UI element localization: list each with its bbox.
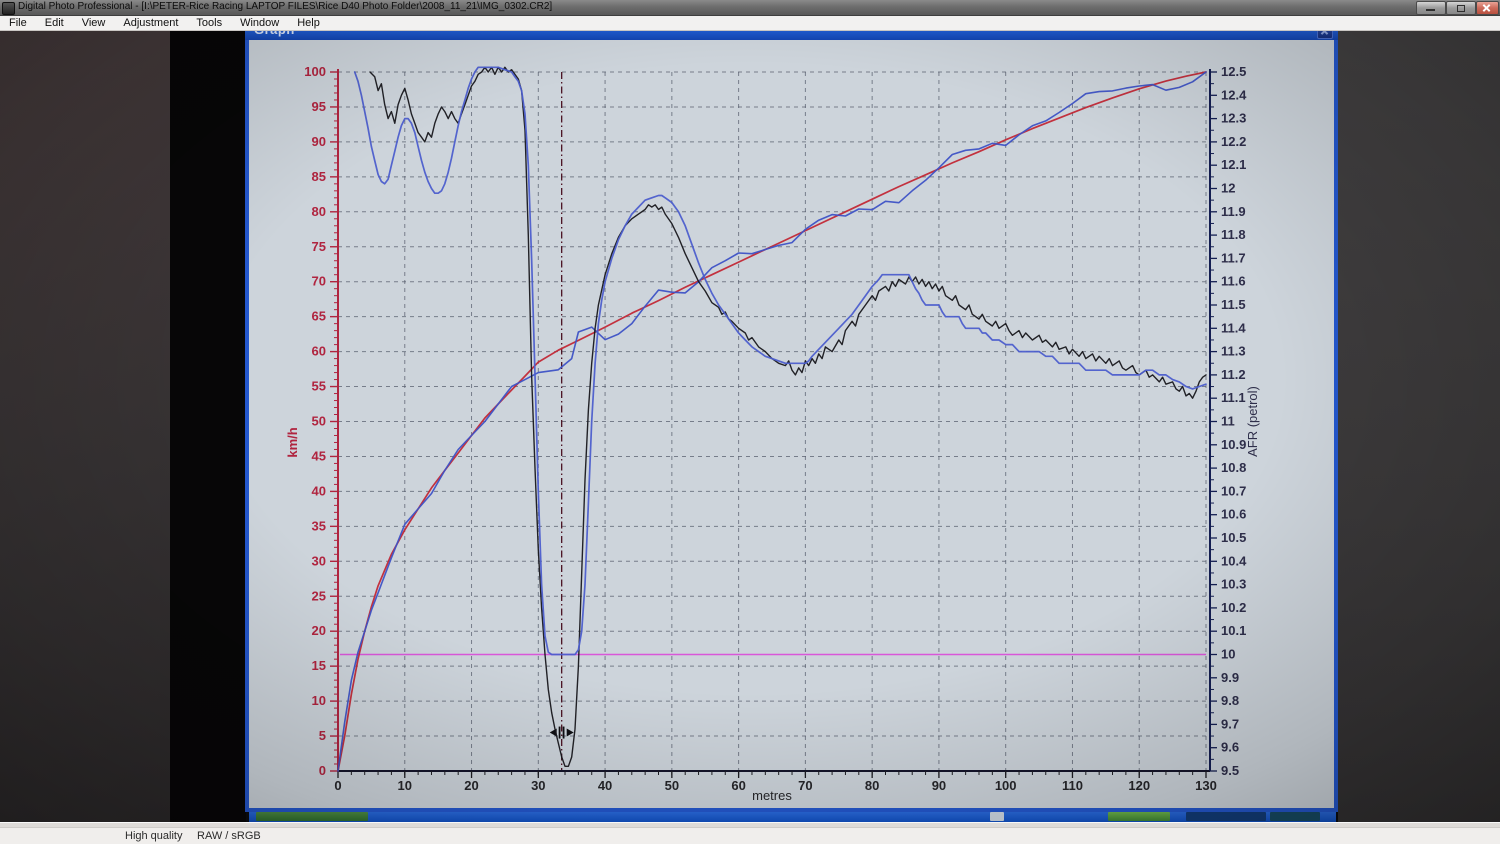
app-icon	[2, 2, 15, 15]
monitor-bezel	[170, 30, 246, 822]
menu-item-help[interactable]: Help	[288, 16, 329, 30]
status-colorspace: RAW / sRGB	[197, 830, 261, 842]
graph-window: Graph	[245, 40, 1338, 812]
taskbar-fragment-green2	[1108, 812, 1170, 821]
photo-background-right	[1338, 30, 1500, 822]
minimize-button[interactable]	[1416, 1, 1446, 15]
app-window: Digital Photo Professional - [I:\PETER-R…	[0, 0, 1500, 844]
photo-canvas: Graph 0510152025303540455055606570758085…	[0, 30, 1500, 822]
photo-background-left	[0, 30, 170, 822]
menu-item-tools[interactable]: Tools	[187, 16, 231, 30]
taskbar-fragment-teal	[1270, 812, 1320, 821]
graph-window-title: Graph	[254, 30, 295, 37]
menu-item-view[interactable]: View	[73, 16, 115, 30]
menu-item-edit[interactable]: Edit	[36, 16, 73, 30]
taskbar-fragment-light	[990, 812, 1004, 821]
menu-item-adjustment[interactable]: Adjustment	[114, 16, 187, 30]
title-bar[interactable]: Digital Photo Professional - [I:\PETER-R…	[0, 0, 1500, 16]
restore-icon	[1457, 5, 1465, 12]
menu-item-file[interactable]: File	[0, 16, 36, 30]
window-title: Digital Photo Professional - [I:\PETER-R…	[18, 1, 552, 12]
close-button[interactable]	[1476, 1, 1499, 15]
status-quality: High quality	[125, 830, 182, 842]
taskbar-fragment-green	[256, 812, 368, 821]
restore-button[interactable]	[1446, 1, 1476, 15]
minimize-icon	[1426, 9, 1435, 11]
graph-window-titlebar[interactable]: Graph	[245, 30, 1338, 40]
taskbar-fragment-navy	[1186, 812, 1266, 821]
menu-item-window[interactable]: Window	[231, 16, 288, 30]
status-bar: High quality RAW / sRGB	[0, 827, 1500, 844]
menu-bar: FileEditViewAdjustmentToolsWindowHelp	[0, 16, 1500, 31]
graph-close-button[interactable]	[1317, 30, 1333, 39]
